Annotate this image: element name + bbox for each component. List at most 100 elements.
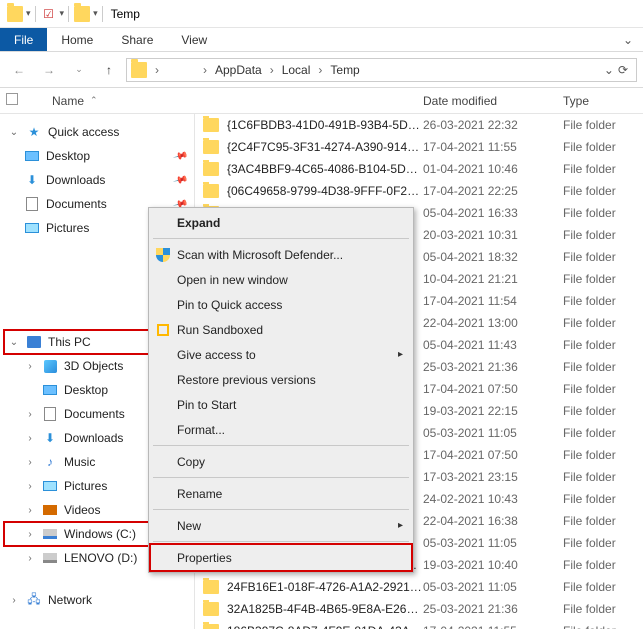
expand-icon[interactable]: › — [24, 553, 36, 564]
qa-dropdown-3-icon[interactable]: ▾ — [93, 8, 98, 19]
ctx-expand[interactable]: Expand — [151, 210, 411, 235]
file-type: File folder — [563, 250, 643, 264]
file-type: File folder — [563, 536, 643, 550]
sandbox-icon — [155, 322, 171, 338]
file-type: File folder — [563, 404, 643, 418]
tab-folder-icon — [73, 5, 91, 23]
nav-recent-button[interactable]: ⌄ — [66, 57, 92, 83]
tab-file[interactable]: File — [0, 28, 47, 51]
breadcrumb-dropdown-icon[interactable]: ⌄ — [604, 63, 614, 77]
ctx-copy[interactable]: Copy — [151, 449, 411, 474]
folder-icon — [203, 118, 219, 132]
ctx-format[interactable]: Format... — [151, 417, 411, 442]
file-row[interactable]: 24FB16E1-018F-4726-A1A2-29217664E...05-0… — [195, 576, 643, 598]
expand-icon[interactable]: › — [24, 481, 36, 492]
file-date: 05-04-2021 16:33 — [423, 206, 563, 220]
file-row[interactable]: 32A1825B-4F4B-4B65-9E8A-E2602FCD...25-03… — [195, 598, 643, 620]
file-date: 05-03-2021 11:05 — [423, 580, 563, 594]
expand-icon[interactable]: › — [24, 361, 36, 372]
pictures-icon — [24, 220, 40, 236]
ctx-give-access-to[interactable]: Give access to▸ — [151, 342, 411, 367]
folder-icon — [203, 624, 219, 629]
column-headers[interactable]: Name ⌃ Date modified Type — [0, 88, 643, 114]
expand-icon[interactable]: › — [24, 529, 36, 540]
file-date: 17-04-2021 07:50 — [423, 448, 563, 462]
nav-desktop[interactable]: Desktop 📌 — [4, 144, 190, 168]
file-type: File folder — [563, 206, 643, 220]
folder-icon — [203, 184, 219, 198]
pc-icon — [26, 334, 42, 350]
crumb-temp[interactable]: Temp — [326, 63, 363, 77]
file-type: File folder — [563, 140, 643, 154]
properties-icon[interactable]: ☑ — [40, 5, 58, 23]
file-type: File folder — [563, 294, 643, 308]
file-date: 05-04-2021 18:32 — [423, 250, 563, 264]
file-row[interactable]: {06C49658-9799-4D38-9FFF-0F2DFC0B...17-0… — [195, 180, 643, 202]
qa-dropdown-2-icon[interactable]: ▾ — [60, 8, 65, 19]
ctx-properties[interactable]: Properties — [151, 545, 411, 570]
qa-dropdown-icon[interactable]: ▾ — [26, 8, 31, 19]
file-row[interactable]: {1C6FBDB3-41D0-491B-93B4-5D40D15...26-03… — [195, 114, 643, 136]
address-bar: ← → ⌄ ↑ › › AppData › Local › Temp ⌄ ⟳ — [0, 52, 643, 88]
expand-icon[interactable]: › — [24, 409, 36, 420]
file-name: {3AC4BBF9-4C65-4086-B104-5DF3482... — [227, 162, 423, 176]
nav-back-button[interactable]: ← — [6, 57, 32, 83]
file-type: File folder — [563, 316, 643, 330]
expand-icon[interactable]: › — [24, 505, 36, 516]
ctx-new[interactable]: New▸ — [151, 513, 411, 538]
ctx-restore-versions[interactable]: Restore previous versions — [151, 367, 411, 392]
submenu-arrow-icon: ▸ — [398, 520, 403, 531]
breadcrumb[interactable]: › › AppData › Local › Temp ⌄ ⟳ — [126, 58, 637, 82]
file-date: 20-03-2021 10:31 — [423, 228, 563, 242]
nav-network[interactable]: › 🖧 Network — [4, 588, 190, 612]
file-row[interactable]: {2C4F7C95-3F31-4274-A390-9148448A...17-0… — [195, 136, 643, 158]
file-type: File folder — [563, 492, 643, 506]
file-type: File folder — [563, 228, 643, 242]
ctx-pin-quick-access[interactable]: Pin to Quick access — [151, 292, 411, 317]
ctx-run-sandboxed[interactable]: Run Sandboxed — [151, 317, 411, 342]
file-date: 24-02-2021 10:43 — [423, 492, 563, 506]
file-type: File folder — [563, 426, 643, 440]
pin-icon: 📌 — [172, 148, 188, 164]
file-type: File folder — [563, 118, 643, 132]
nav-downloads[interactable]: ⬇ Downloads 📌 — [4, 168, 190, 192]
download-icon: ⬇ — [42, 430, 58, 446]
crumb-appdata[interactable]: AppData — [211, 63, 266, 77]
cube-icon — [42, 358, 58, 374]
file-row[interactable]: {3AC4BBF9-4C65-4086-B104-5DF3482...01-04… — [195, 158, 643, 180]
file-type: File folder — [563, 580, 643, 594]
ctx-pin-to-start[interactable]: Pin to Start — [151, 392, 411, 417]
folder-icon — [203, 580, 219, 594]
file-type: File folder — [563, 624, 643, 629]
nav-up-button[interactable]: ↑ — [96, 57, 122, 83]
tab-view[interactable]: View — [167, 28, 221, 51]
nav-quick-access[interactable]: ⌄ ★ Quick access — [4, 120, 190, 144]
expand-icon[interactable]: › — [24, 457, 36, 468]
select-all-checkbox[interactable] — [0, 93, 30, 108]
file-name: {1C6FBDB3-41D0-491B-93B4-5D40D15... — [227, 118, 423, 132]
shield-icon — [155, 247, 171, 263]
file-row[interactable]: 186B397C-8AD7-4F9E-81DA-43ADF4D...17-04-… — [195, 620, 643, 629]
ribbon-expand-icon[interactable]: ⌄ — [613, 28, 643, 51]
expand-icon[interactable]: › — [24, 433, 36, 444]
column-type[interactable]: Type — [563, 94, 643, 108]
column-date[interactable]: Date modified — [423, 94, 563, 108]
expand-icon[interactable]: › — [8, 595, 20, 606]
file-type: File folder — [563, 470, 643, 484]
tab-share[interactable]: Share — [107, 28, 167, 51]
ctx-rename[interactable]: Rename — [151, 481, 411, 506]
crumb-local[interactable]: Local — [278, 63, 315, 77]
file-date: 17-04-2021 11:55 — [423, 624, 563, 629]
refresh-icon[interactable]: ⟳ — [618, 63, 628, 77]
folder-icon — [203, 140, 219, 154]
file-name: 186B397C-8AD7-4F9E-81DA-43ADF4D... — [227, 624, 423, 629]
file-date: 22-04-2021 13:00 — [423, 316, 563, 330]
ctx-open-new-window[interactable]: Open in new window — [151, 267, 411, 292]
column-name[interactable]: Name ⌃ — [30, 94, 423, 108]
collapse-icon[interactable]: ⌄ — [8, 337, 20, 348]
tab-home[interactable]: Home — [47, 28, 107, 51]
music-icon: ♪ — [42, 454, 58, 470]
ctx-scan-defender[interactable]: Scan with Microsoft Defender... — [151, 242, 411, 267]
document-icon — [42, 406, 58, 422]
collapse-icon[interactable]: ⌄ — [8, 127, 20, 138]
